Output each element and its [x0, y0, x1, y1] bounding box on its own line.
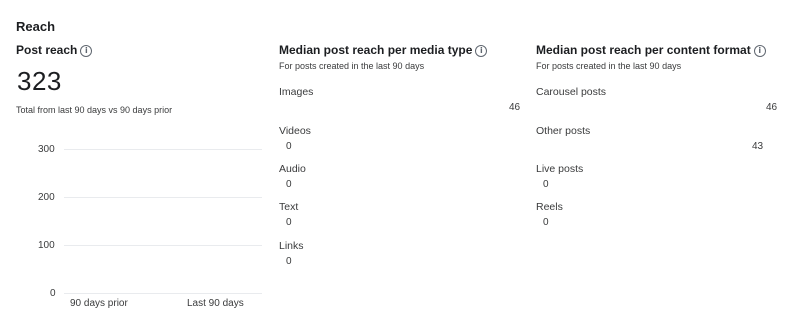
section-title: Reach	[16, 19, 56, 34]
media-row-label: Videos	[279, 125, 311, 137]
y-tick-label: 300	[38, 144, 55, 155]
info-icon[interactable]: i	[80, 45, 93, 57]
gridline	[64, 245, 262, 246]
media-type-subtitle: For posts created in the last 90 days	[279, 61, 425, 71]
post-reach-title: Post reach i	[16, 43, 93, 57]
post-reach-title-text: Post reach	[16, 43, 78, 57]
content-format-title: Median post reach per content format i	[536, 43, 766, 57]
x-tick-label: Last 90 days	[187, 298, 244, 309]
format-row-value: 0	[543, 217, 549, 228]
media-row-label: Links	[279, 240, 304, 252]
y-tick-label: 0	[50, 288, 56, 299]
media-row-value: 0	[286, 141, 292, 152]
media-row-label: Images	[279, 86, 314, 98]
media-row-label: Audio	[279, 163, 306, 175]
format-row-label: Carousel posts	[536, 86, 607, 98]
gridline	[64, 197, 262, 198]
media-row-value: 0	[286, 256, 292, 267]
format-row-label: Other posts	[536, 125, 591, 137]
post-reach-caption: Total from last 90 days vs 90 days prior	[16, 105, 173, 115]
gridline	[64, 149, 262, 150]
x-tick-label: 90 days prior	[70, 298, 128, 309]
content-format-title-text: Median post reach per content format	[536, 43, 751, 57]
format-row-value: 43	[752, 141, 764, 152]
format-row-value: 0	[543, 179, 549, 190]
media-row-label: Text	[279, 201, 299, 213]
media-type-title-text: Median post reach per media type	[279, 43, 473, 57]
info-icon[interactable]: i	[475, 45, 488, 57]
y-tick-label: 100	[38, 240, 55, 251]
format-row-label: Live posts	[536, 163, 584, 175]
post-reach-value: 323	[17, 66, 62, 96]
gridline	[64, 293, 262, 294]
media-row-value: 0	[286, 217, 292, 228]
media-type-title: Median post reach per media type i	[279, 43, 488, 57]
info-icon[interactable]: i	[753, 45, 766, 57]
format-row-label: Reels	[536, 201, 563, 213]
y-tick-label: 200	[38, 192, 55, 203]
content-format-subtitle: For posts created in the last 90 days	[536, 61, 682, 71]
media-row-value: 0	[286, 179, 292, 190]
format-row-value: 46	[766, 102, 778, 113]
media-row-value: 46	[509, 102, 521, 113]
